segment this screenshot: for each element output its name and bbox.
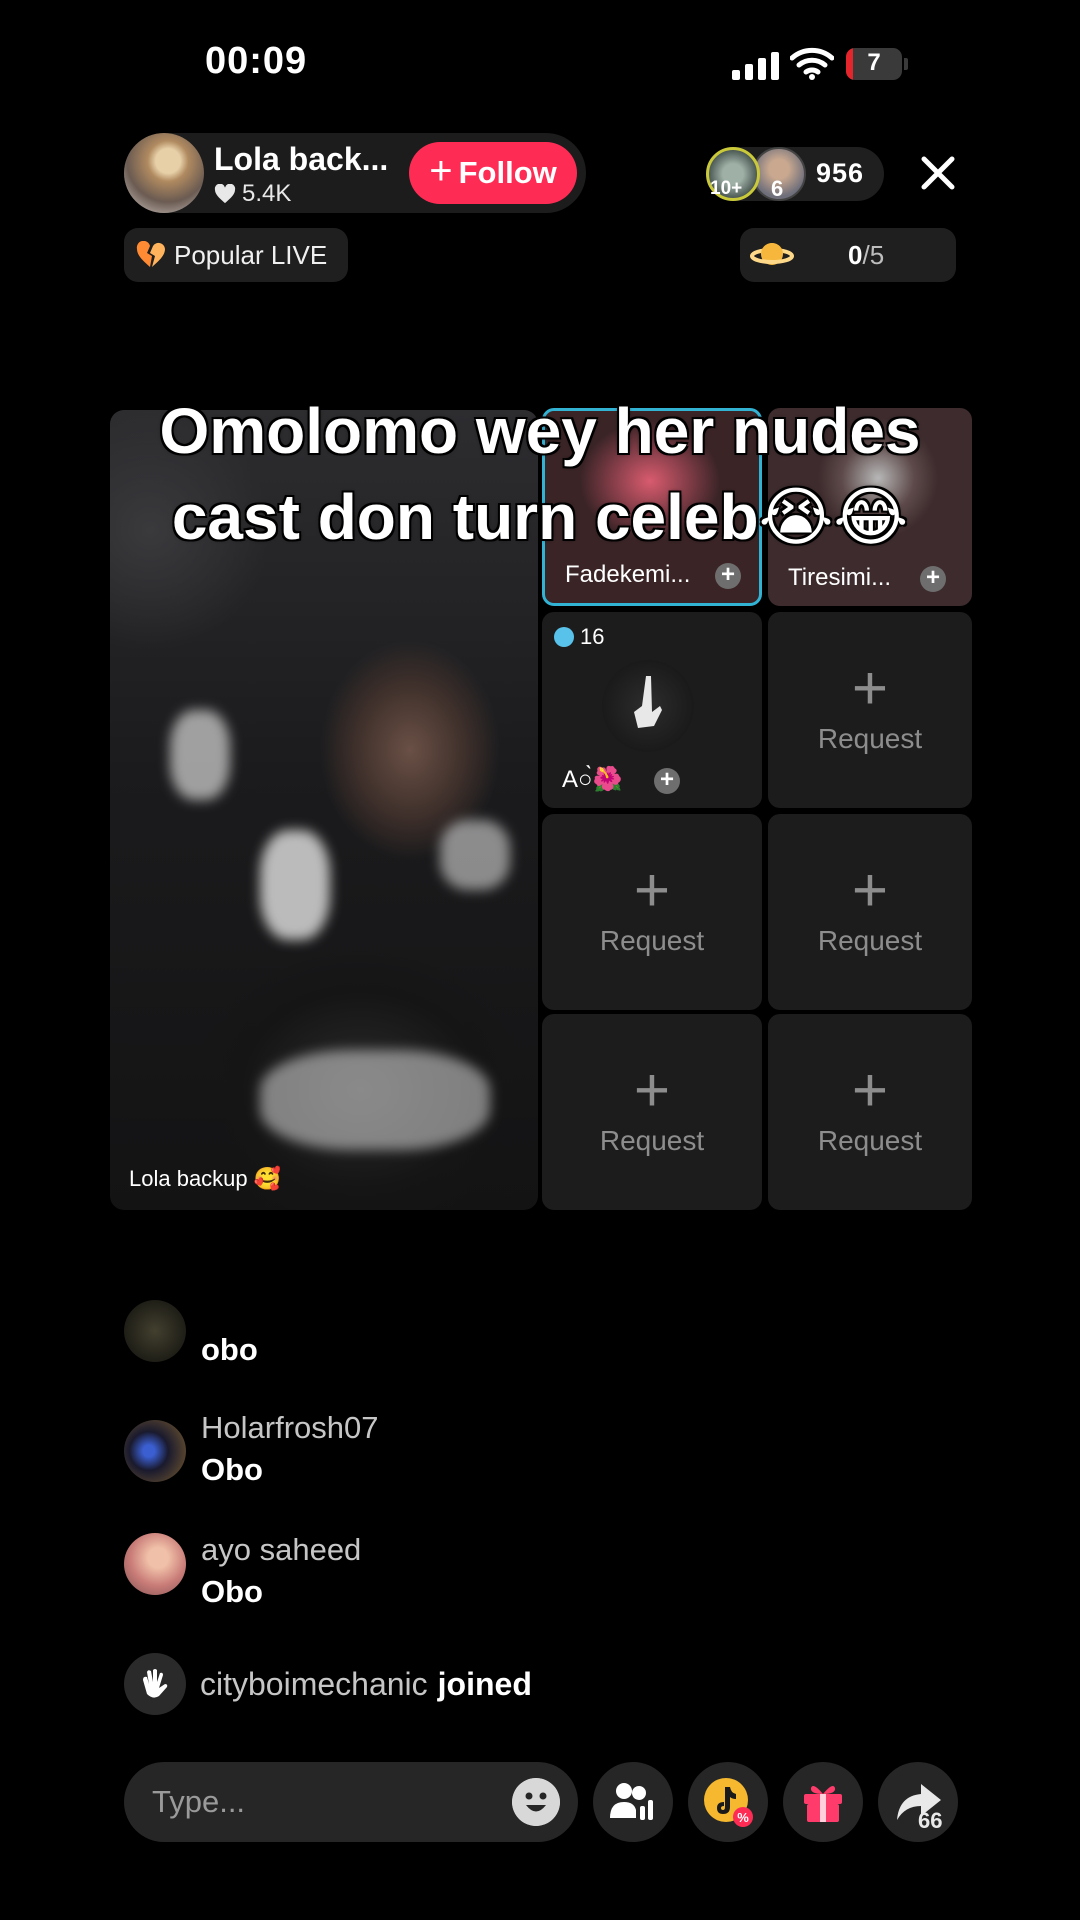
comment-input-placeholder: Type... [152, 1784, 246, 1819]
comment-text: Obo [201, 1452, 263, 1487]
guest-name: A○̀🌺 [562, 766, 623, 793]
tiktok-coin-icon: % [704, 1778, 753, 1827]
plus-icon: + [633, 856, 671, 925]
request-seat-button[interactable]: + Request [542, 814, 762, 1010]
viewer-count[interactable]: 956 [816, 158, 864, 189]
cellular-signal-icon [732, 50, 779, 80]
guest-tile[interactable]: 16 A○̀🌺 + [542, 612, 762, 808]
comment-username[interactable]: ayo saheed [201, 1532, 361, 1568]
snowflake-icon [554, 627, 574, 647]
planet-icon [750, 243, 794, 265]
wifi-icon [790, 47, 834, 80]
comment-text: obo [201, 1332, 258, 1367]
battery-icon: 7 [846, 48, 902, 80]
request-label: Request [817, 1125, 923, 1156]
request-label: Request [817, 925, 923, 956]
battery-percent: 7 [867, 49, 881, 76]
follow-label: Follow [458, 155, 557, 190]
multi-guest-icon [610, 1783, 653, 1820]
plus-icon: + [851, 654, 889, 723]
close-icon[interactable] [918, 150, 958, 196]
plus-icon: + [429, 149, 453, 193]
request-label: Request [817, 723, 923, 754]
video-blur [260, 830, 330, 940]
promo-button[interactable]: % [688, 1762, 768, 1842]
follow-button[interactable]: + Follow [409, 142, 577, 204]
joined-label: joined [437, 1665, 532, 1702]
comment-avatar[interactable] [124, 1420, 186, 1482]
request-seat-button[interactable]: + Request [542, 1014, 762, 1210]
request-label: Request [599, 1125, 705, 1156]
broken-heart-icon [136, 241, 165, 267]
joined-notice: cityboimechanic joined [124, 1653, 532, 1715]
likes-count: 5.4K [242, 180, 292, 207]
add-guest-icon[interactable]: + [654, 768, 680, 794]
share-count: 66 [918, 1808, 943, 1833]
add-guest-icon[interactable]: + [715, 563, 741, 589]
comment-input[interactable]: Type... [124, 1762, 578, 1842]
planet-goal-count: 0/5 [848, 240, 884, 271]
gift-icon [804, 1786, 842, 1822]
status-time: 00:09 [205, 40, 308, 82]
host-likes: 5.4K [214, 180, 291, 208]
guest-name: Tiresimi... [788, 564, 892, 591]
plus-icon: + [851, 1056, 889, 1125]
comment-text: Obo [201, 1574, 263, 1609]
request-seat-button[interactable]: + Request [768, 612, 972, 808]
request-seat-button[interactable]: + Request [768, 814, 972, 1010]
video-blur [440, 820, 510, 890]
guest-score-badge: 16 [554, 624, 604, 650]
plus-icon: + [851, 856, 889, 925]
comment-username[interactable]: Holarfrosh07 [201, 1410, 378, 1446]
overlay-caption-line: Omolomo wey her nudes [159, 395, 921, 467]
waving-hand-icon [124, 1653, 186, 1715]
gift-button[interactable] [783, 1762, 863, 1842]
overlay-caption: Omolomo wey her nudes cast don turn cele… [0, 388, 1080, 560]
multi-guest-button[interactable] [593, 1762, 673, 1842]
hand-icon [634, 676, 662, 728]
overlay-caption-line: cast don turn celeb😭😂 [171, 481, 909, 553]
video-blur [170, 710, 230, 800]
plus-icon: + [633, 1056, 671, 1125]
add-guest-icon[interactable]: + [920, 566, 946, 592]
request-seat-button[interactable]: + Request [768, 1014, 972, 1210]
video-blur [260, 1050, 490, 1150]
heart-icon [214, 184, 236, 204]
guest-name: Fadekemi... [565, 561, 691, 588]
guest-avatar [602, 660, 694, 752]
comment-avatar[interactable] [124, 1533, 186, 1595]
emoji-icon[interactable] [512, 1778, 560, 1826]
host-video-caption: Lola backup 🥰 [129, 1166, 282, 1191]
host-name[interactable]: Lola back... [214, 141, 400, 178]
viewer-rank-badge: 6 [771, 176, 784, 201]
svg-text:%: % [737, 1810, 749, 1825]
viewer-rank-badge: 10+ [710, 178, 743, 199]
joined-username[interactable]: cityboimechanic [200, 1666, 428, 1703]
guest-score: 16 [580, 624, 605, 649]
comment-avatar[interactable] [124, 1300, 186, 1362]
planet-total: /5 [862, 240, 885, 270]
battery-cap [904, 58, 908, 70]
popular-live-label: Popular LIVE [174, 239, 328, 270]
popular-live-badge[interactable]: Popular LIVE [124, 228, 348, 282]
planet-current: 0 [848, 240, 863, 270]
host-avatar[interactable] [124, 133, 204, 213]
request-label: Request [599, 925, 705, 956]
